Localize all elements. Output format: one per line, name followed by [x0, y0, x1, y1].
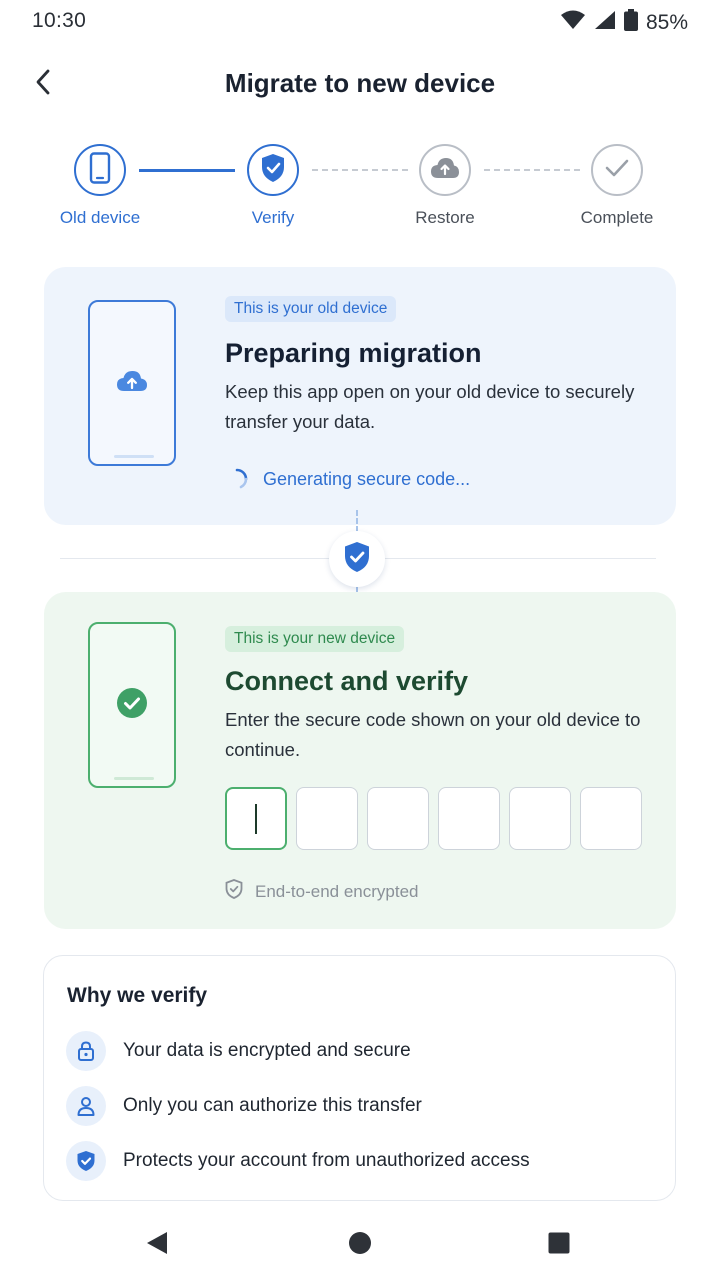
- status-bar: 10:30 85%: [0, 0, 720, 44]
- connector-line: [356, 510, 358, 532]
- check-circle-icon: [116, 687, 148, 724]
- shield-check-icon: [260, 153, 286, 188]
- code-digit-input[interactable]: [438, 787, 500, 850]
- user-icon: [66, 1086, 106, 1126]
- shield-check-icon: [343, 541, 371, 578]
- step-circle: [74, 144, 126, 196]
- code-digit-input[interactable]: [509, 787, 571, 850]
- why-verify-text: Protects your account from unauthorized …: [123, 1150, 530, 1171]
- lock-icon: [66, 1031, 106, 1071]
- why-verify-title: Why we verify: [67, 984, 208, 1007]
- status-time: 10:30: [32, 9, 87, 32]
- old-device-title: Preparing migration: [225, 338, 482, 368]
- why-verify-item: Protects your account from unauthorized …: [66, 1141, 530, 1181]
- system-nav-bar: [0, 1206, 720, 1280]
- shield-check-icon: [66, 1141, 106, 1181]
- status-icons: 85%: [560, 9, 688, 36]
- device-home-bar: [114, 455, 154, 458]
- step-verify[interactable]: Verify: [203, 144, 343, 228]
- why-verify-item: Only you can authorize this transfer: [66, 1086, 422, 1126]
- step-circle: [247, 144, 299, 196]
- new-device-badge: This is your new device: [225, 626, 405, 652]
- old-device-illustration: [88, 300, 176, 466]
- progress-text: Generating secure code...: [263, 468, 471, 489]
- code-digit-input[interactable]: [367, 787, 429, 850]
- text-caret: [255, 803, 257, 834]
- square-recents-icon: [548, 1232, 570, 1259]
- signal-icon: [594, 10, 616, 35]
- new-device-card: This is your new device Connect and veri…: [44, 592, 676, 929]
- step-circle: [591, 144, 643, 196]
- step-label: Old device: [59, 208, 141, 227]
- check-icon: [604, 158, 630, 183]
- nav-back-button[interactable]: [144, 1231, 170, 1260]
- why-verify-text: Only you can authorize this transfer: [123, 1095, 422, 1116]
- step-restore[interactable]: Restore: [375, 144, 515, 228]
- why-verify-card: Why we verify Your data is encrypted and…: [43, 955, 676, 1201]
- old-device-description: Keep this app open on your old device to…: [225, 381, 635, 432]
- step-complete[interactable]: Complete: [547, 144, 687, 228]
- code-input-row: [225, 787, 642, 850]
- circle-home-icon: [348, 1231, 372, 1260]
- shield-check-outline-icon: [225, 879, 243, 904]
- device-home-bar: [114, 777, 154, 780]
- nav-home-button[interactable]: [347, 1231, 373, 1260]
- new-device-description: Enter the secure code shown on your old …: [225, 709, 641, 760]
- wifi-icon: [560, 10, 586, 35]
- encryption-note-row: End-to-end encrypted: [225, 879, 419, 904]
- migration-stepper: Old device Verify Restore Complete: [0, 144, 720, 244]
- loading-spinner-icon: [225, 467, 249, 491]
- step-circle: [419, 144, 471, 196]
- old-device-card: This is your old device Preparing migrat…: [44, 267, 676, 525]
- triangle-back-icon: [146, 1231, 168, 1260]
- step-old-device[interactable]: Old device: [30, 144, 170, 228]
- code-digit-input[interactable]: [225, 787, 287, 850]
- code-digit-input[interactable]: [580, 787, 642, 850]
- old-device-badge: This is your old device: [225, 296, 397, 322]
- code-digit-input[interactable]: [296, 787, 358, 850]
- header: Migrate to new device: [0, 56, 720, 112]
- nav-recents-button[interactable]: [546, 1232, 572, 1258]
- phone-icon: [89, 151, 111, 189]
- why-verify-item: Your data is encrypted and secure: [66, 1031, 411, 1071]
- encryption-note: End-to-end encrypted: [255, 881, 419, 901]
- new-device-title: Connect and verify: [225, 666, 469, 696]
- secure-connection-badge: [329, 531, 385, 587]
- page-title: Migrate to new device: [224, 68, 496, 98]
- step-label: Restore: [415, 208, 475, 227]
- cloud-upload-icon: [116, 370, 148, 397]
- battery-percent: 85%: [645, 10, 688, 34]
- why-verify-text: Your data is encrypted and secure: [123, 1040, 411, 1061]
- new-device-illustration: [88, 622, 176, 788]
- cloud-icon: [430, 157, 460, 184]
- step-label: Complete: [580, 208, 654, 227]
- battery-icon: [623, 9, 638, 36]
- progress-row: Generating secure code...: [225, 467, 470, 491]
- step-label: Verify: [251, 208, 295, 227]
